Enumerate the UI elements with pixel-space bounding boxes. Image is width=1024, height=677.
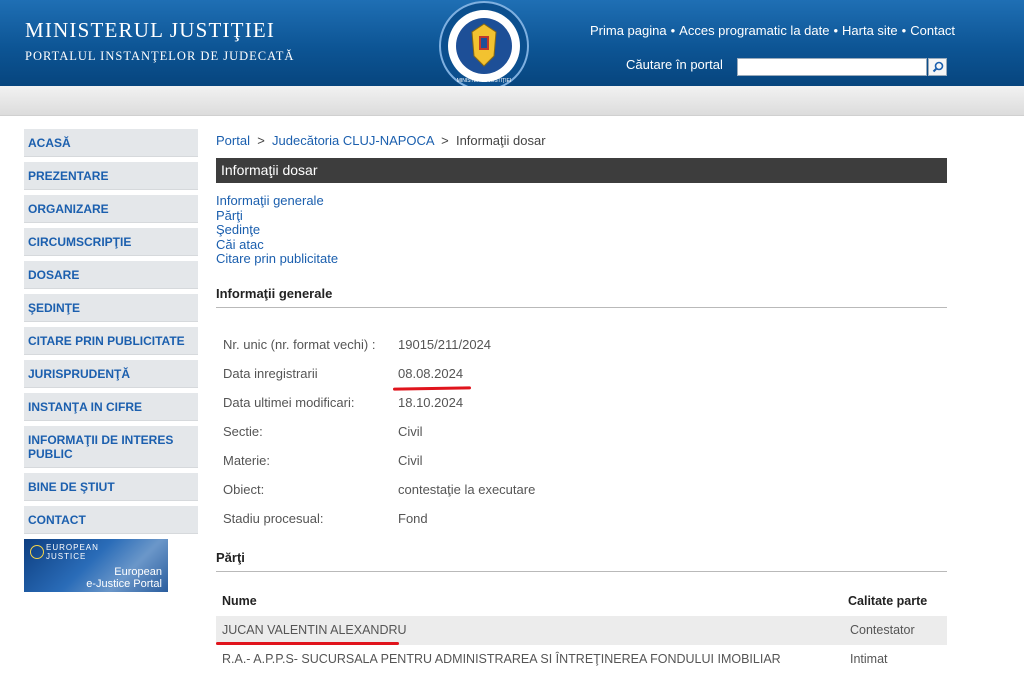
sidebar-item-contact[interactable]: CONTACT — [24, 506, 198, 534]
info-label: Stadiu procesual: — [223, 510, 324, 526]
info-label: Data ultimei modificari: — [223, 394, 355, 410]
info-row: Data inregistrarii 08.08.2024 — [216, 359, 947, 391]
top-nav: Prima pagina • Acces programatic la date • H… — [590, 23, 956, 38]
sidebar: ACASĂ PREZENTARE ORGANIZARE CIRCUMSCRIPŢ… — [24, 129, 198, 592]
party-name: JUCAN VALENTIN ALEXANDRU — [222, 623, 407, 637]
table-row: JUCAN VALENTIN ALEXANDRU Contestator — [216, 615, 947, 645]
sidebar-item-instanta-cifre[interactable]: INSTANŢA IN CIFRE — [24, 393, 198, 421]
info-row: Materie: Civil — [216, 446, 947, 475]
breadcrumb-current: Informaţii dosar — [455, 133, 546, 148]
breadcrumb: Portal > Judecătoria CLUJ-NAPOCA > Infor… — [216, 133, 546, 148]
search-button[interactable] — [928, 58, 947, 76]
search-input[interactable] — [737, 58, 927, 76]
party-name: R.A.- A.P.P.S- SUCURSALA PENTRU ADMINIST… — [222, 652, 781, 666]
info-label: Materie: — [223, 452, 270, 468]
info-label: Sectie: — [223, 423, 263, 439]
search-label: Căutare în portal — [626, 57, 723, 72]
link-informatii-generale[interactable]: Informaţii generale — [216, 193, 947, 209]
link-cai-atac[interactable]: Căi atac — [216, 237, 947, 253]
sidebar-item-dosare[interactable]: DOSARE — [24, 261, 198, 289]
parties-header-row: Nume Calitate parte — [216, 594, 947, 616]
parties-col-role: Calitate parte — [848, 593, 928, 608]
party-role: Intimat — [850, 652, 888, 666]
info-label: Data inregistrarii — [223, 365, 318, 381]
ejustice-logo-text: EUROPEAN JUSTICE — [46, 543, 99, 561]
info-value: Fond — [398, 510, 428, 526]
sidebar-item-circumscriptie[interactable]: CIRCUMSCRIPŢIE — [24, 228, 198, 256]
section-links: Informaţii generale Părţi Şedinţe Căi at… — [216, 193, 947, 267]
info-row: Stadiu procesual: Fond — [216, 504, 947, 533]
sidebar-item-jurisprudenta[interactable]: JURISPRUDENŢĂ — [24, 360, 198, 388]
info-value: Civil — [398, 423, 423, 439]
party-name-wrap: JUCAN VALENTIN ALEXANDRU — [216, 623, 848, 645]
parties-col-name: Nume — [222, 593, 257, 608]
info-value: 19015/211/2024 — [398, 336, 492, 352]
sidebar-item-citare[interactable]: CITARE PRIN PUBLICITATE — [24, 327, 198, 355]
sidebar-item-bine-de-stiut[interactable]: BINE DE ŞTIUT — [24, 473, 198, 501]
info-value-wrap: 08.08.2024 — [392, 365, 472, 391]
info-row: Sectie: Civil — [216, 417, 947, 446]
search-icon — [932, 61, 943, 73]
link-citare-publicitate[interactable]: Citare prin publicitate — [216, 251, 947, 267]
sidebar-item-organizare[interactable]: ORGANIZARE — [24, 195, 198, 223]
breadcrumb-portal[interactable]: Portal — [216, 133, 250, 148]
site-title[interactable]: MINISTERUL JUSTIŢIEI — [25, 18, 275, 43]
header-band — [0, 86, 1024, 116]
ejustice-banner[interactable]: EUROPEAN JUSTICE European e-Justice Port… — [24, 539, 168, 592]
sidebar-item-interes-public[interactable]: INFORMAŢII DE INTERES PUBLIC — [24, 426, 198, 468]
ejustice-line2: e-Justice Portal — [86, 578, 162, 590]
red-underline-mark — [392, 385, 472, 391]
main-content: Portal > Judecătoria CLUJ-NAPOCA > Infor… — [216, 130, 947, 674]
info-value: 18.10.2024 — [398, 394, 464, 410]
sidebar-item-sedinte[interactable]: ŞEDINŢE — [24, 294, 198, 322]
info-value: contestaţie la executare — [398, 481, 536, 497]
info-row: Obiect: contestaţie la executare — [216, 475, 947, 504]
breadcrumb-court[interactable]: Judecătoria CLUJ-NAPOCA — [272, 133, 434, 148]
parties-title: Părţi — [216, 550, 947, 572]
site-header: MINISTERUL JUSTIŢIEI PORTALUL INSTANŢELO… — [0, 0, 1024, 91]
link-parti[interactable]: Părţi — [216, 208, 947, 224]
link-sedinte[interactable]: Şedinţe — [216, 222, 947, 238]
info-row: Nr. unic (nr. format vechi) : 19015/211/… — [216, 330, 947, 359]
sidebar-item-acasa[interactable]: ACASĂ — [24, 129, 198, 157]
emblem-bottom-text: MINISTERUL JUSTIŢIEI — [457, 78, 512, 84]
info-value: 08.08.2024 — [398, 365, 464, 381]
ministry-emblem-icon[interactable]: ROMÂNIA MINISTERUL JUSTIŢIEI — [436, 0, 532, 96]
general-info-table: Nr. unic (nr. format vechi) : 19015/211/… — [216, 330, 947, 533]
site-subtitle[interactable]: PORTALUL INSTANŢELOR DE JUDECATĂ — [25, 49, 294, 64]
table-row: R.A.- A.P.P.S- SUCURSALA PENTRU ADMINIST… — [216, 645, 947, 674]
party-role: Contestator — [850, 623, 915, 637]
ejustice-logo-icon — [30, 545, 44, 559]
info-label: Obiect: — [223, 481, 265, 497]
info-label: Nr. unic (nr. format vechi) : — [223, 336, 376, 352]
ejustice-line1: European — [114, 566, 162, 578]
section-title: Informaţii dosar — [216, 158, 947, 183]
nav-acces-programatic[interactable]: Acces programatic la date — [679, 23, 829, 38]
info-value: Civil — [398, 452, 423, 468]
general-info-title: Informaţii generale — [216, 286, 947, 308]
nav-harta-site[interactable]: Harta site — [842, 23, 898, 38]
sidebar-item-prezentare[interactable]: PREZENTARE — [24, 162, 198, 190]
red-underline-mark — [216, 642, 399, 645]
nav-prima-pagina[interactable]: Prima pagina — [590, 23, 667, 38]
emblem-top-text: ROMÂNIA — [470, 12, 498, 19]
info-row: Data ultimei modificari: 18.10.2024 — [216, 388, 947, 417]
nav-contact[interactable]: Contact — [910, 23, 955, 38]
